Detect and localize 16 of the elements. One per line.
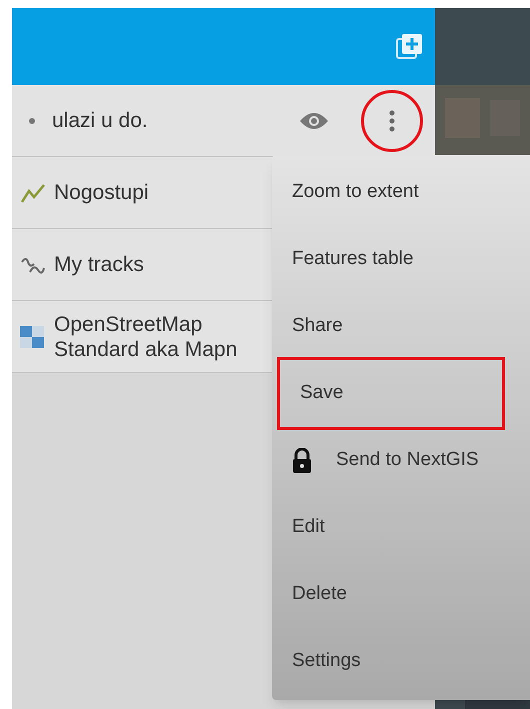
menu-item[interactable]: Delete	[272, 561, 502, 628]
menu-item[interactable]: Send to NextGIS	[272, 427, 502, 494]
eye-icon[interactable]	[299, 110, 329, 130]
line-chart-icon	[20, 182, 46, 204]
layer-name: OpenStreetMap Standard aka Mapn	[54, 312, 238, 362]
menu-item[interactable]: Settings	[272, 628, 502, 695]
dot-icon	[28, 116, 36, 124]
layer-name: My tracks	[54, 252, 144, 277]
more-icon	[389, 110, 395, 132]
layer-row[interactable]: ulazi u do.	[12, 85, 435, 157]
more-button[interactable]	[361, 90, 423, 152]
layer-name: ulazi u do.	[52, 108, 148, 133]
menu-item[interactable]: Edit	[272, 494, 502, 561]
layer-name: Nogostupi	[54, 180, 149, 205]
tiles-icon	[20, 324, 46, 350]
add-layer-icon[interactable]	[395, 32, 423, 60]
